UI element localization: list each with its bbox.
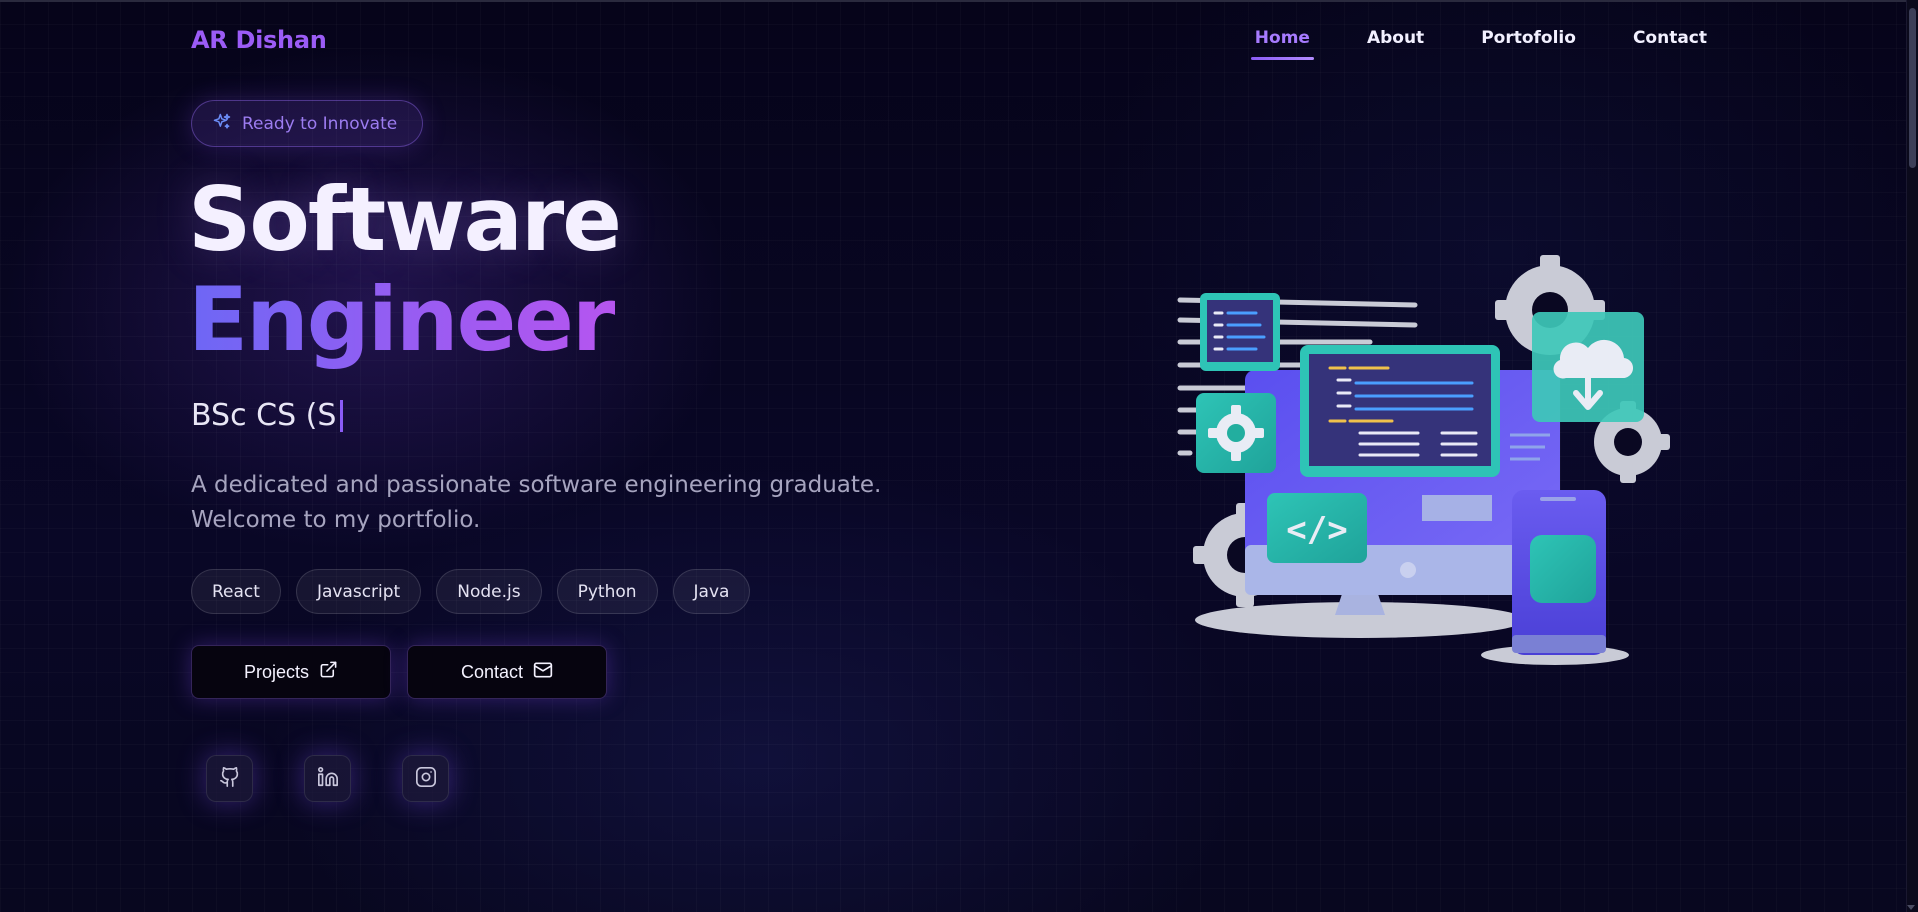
nav-link-about[interactable]: About bbox=[1363, 28, 1428, 60]
badge-label: Ready to Innovate bbox=[242, 113, 398, 134]
window-top-border bbox=[0, 0, 1918, 2]
linkedin-icon bbox=[317, 766, 339, 792]
skill-tag: Node.js bbox=[436, 569, 542, 614]
skill-tag: Java bbox=[672, 569, 751, 614]
hero-description: A dedicated and passionate software engi… bbox=[191, 472, 882, 533]
typed-subtitle: BSc CS (S bbox=[191, 398, 344, 433]
brand-logo[interactable]: AR Dishan bbox=[191, 26, 327, 54]
contact-button-label: Contact bbox=[460, 661, 524, 682]
mail-icon bbox=[533, 660, 553, 685]
skill-tags: React Javascript Node.js Python Java bbox=[191, 569, 751, 614]
nav-link-portofolio[interactable]: Portofolio bbox=[1477, 28, 1580, 60]
scroll-down-arrow-icon[interactable] bbox=[1907, 905, 1915, 910]
hero-title-line2: Engineer bbox=[188, 270, 620, 370]
projects-button-label: Projects bbox=[243, 661, 310, 682]
skill-tag: React bbox=[191, 569, 281, 614]
skill-tag: Python bbox=[556, 569, 658, 614]
linkedin-link[interactable] bbox=[304, 755, 351, 802]
hero-title: Software Engineer bbox=[188, 168, 622, 370]
nav-links: Home About Portofolio Contact bbox=[1250, 28, 1711, 60]
page-scrollbar[interactable] bbox=[1906, 0, 1918, 912]
sparkles-icon bbox=[212, 112, 232, 136]
ready-badge: Ready to Innovate bbox=[191, 100, 423, 147]
github-link[interactable] bbox=[206, 755, 253, 802]
typing-caret bbox=[340, 399, 344, 432]
nav-link-home[interactable]: Home bbox=[1250, 28, 1315, 60]
scrollbar-thumb[interactable] bbox=[1909, 8, 1916, 168]
contact-button[interactable]: Contact bbox=[407, 645, 607, 699]
cta-buttons: Projects Contact bbox=[191, 645, 607, 699]
github-icon bbox=[219, 766, 241, 792]
social-links bbox=[206, 755, 449, 802]
instagram-icon bbox=[415, 766, 437, 792]
hero-title-line1: Software bbox=[188, 168, 622, 271]
instagram-link[interactable] bbox=[402, 755, 449, 802]
svg-text:</>: </> bbox=[1286, 510, 1347, 550]
projects-button[interactable]: Projects bbox=[191, 645, 391, 699]
skill-tag: Javascript bbox=[295, 569, 422, 614]
hero-illustration: </> bbox=[1160, 245, 1680, 675]
external-link-icon bbox=[319, 660, 338, 684]
typed-text: BSc CS (S bbox=[191, 398, 337, 433]
nav-link-contact[interactable]: Contact bbox=[1629, 28, 1711, 60]
navbar: AR Dishan Home About Portofolio Contact bbox=[191, 24, 1711, 64]
